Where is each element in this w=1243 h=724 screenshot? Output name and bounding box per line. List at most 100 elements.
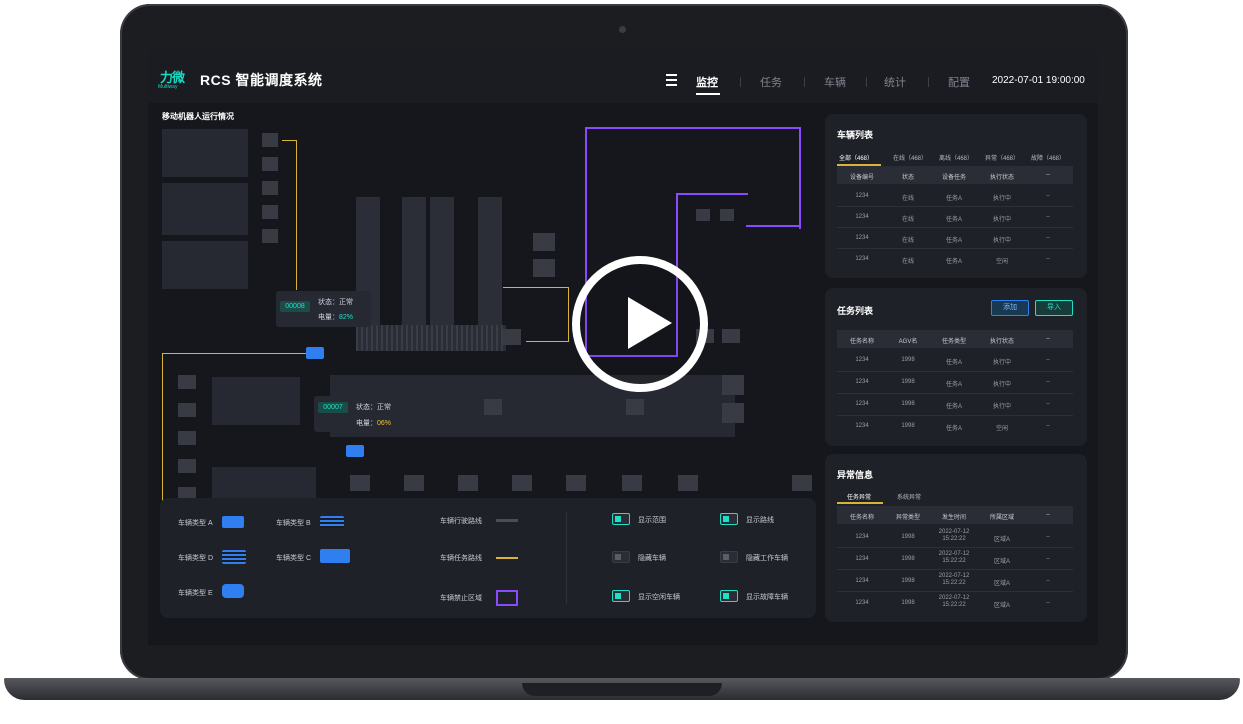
- task-list-panel: 任务列表 添加 导入 任务名称 AGV名 任务类型 执行状态 -- 1234 1…: [825, 288, 1087, 446]
- add-task-button[interactable]: 添加: [991, 300, 1029, 316]
- cell: --: [1046, 235, 1050, 241]
- cell: --: [1046, 600, 1050, 606]
- col-header: 发生时间: [941, 515, 966, 521]
- station[interactable]: [722, 329, 740, 343]
- cell: 1998: [901, 423, 915, 429]
- table-row[interactable]: 1234 在线 任务A 执行中 --: [837, 228, 1073, 249]
- station[interactable]: [626, 399, 644, 415]
- app-header: 力微 Multiway RCS 智能调度系统 监控 任务 车辆 统计 配置 20…: [148, 50, 1098, 103]
- table-row[interactable]: 1234 1998 2022-07-12 15:22:22 区域A --: [837, 526, 1073, 548]
- cell: 任务A: [945, 404, 962, 410]
- station[interactable]: [722, 403, 744, 423]
- vehicle-tab-online[interactable]: 在线（468）: [893, 153, 927, 162]
- task-route-swatch: [496, 557, 518, 559]
- table-row[interactable]: 1234 在线 任务A 执行中 --: [837, 186, 1073, 207]
- alert-tab-system[interactable]: 系统异常: [897, 492, 921, 501]
- table-row[interactable]: 1234 1998 任务A 执行中 --: [837, 394, 1073, 416]
- table-row[interactable]: 1234 1998 任务A 空闲 --: [837, 416, 1073, 438]
- toggle-show-fault[interactable]: [720, 590, 738, 602]
- toggle-label: 显示路线: [746, 517, 774, 524]
- table-row[interactable]: 1234 1998 任务A 执行中 --: [837, 350, 1073, 372]
- import-task-button[interactable]: 导入: [1035, 300, 1073, 316]
- toggle-hide-working[interactable]: [720, 551, 738, 563]
- vehicle-tab-fault[interactable]: 故障（468）: [1031, 153, 1065, 162]
- col-header: 状态: [901, 175, 914, 181]
- play-icon[interactable]: [572, 256, 708, 392]
- cell: 1998: [901, 600, 915, 606]
- cell: 1998: [901, 578, 915, 584]
- legend-task-route: 车辆任务路线: [440, 555, 482, 562]
- station[interactable]: [262, 181, 278, 195]
- cell: 2022-07-12 15:22:22: [938, 595, 970, 608]
- cell: --: [1046, 214, 1050, 220]
- cell: 1234: [855, 556, 869, 562]
- vehicle-table-body: 1234 在线 任务A 执行中 -- 1234 在线 任务A 执行中 -- 12…: [837, 186, 1073, 272]
- station[interactable]: [533, 233, 555, 251]
- col-header: 所属区域: [989, 515, 1014, 521]
- nav-vehicles[interactable]: 车辆: [824, 74, 846, 90]
- table-row[interactable]: 1234 在线 任务A 空闲 --: [837, 249, 1073, 270]
- map-zone: [162, 129, 248, 177]
- toggle-hide-vehicles[interactable]: [612, 551, 630, 563]
- cell: --: [1046, 534, 1050, 540]
- table-row[interactable]: 1234 1998 2022-07-12 15:22:22 区域A --: [837, 592, 1073, 614]
- nav-tasks[interactable]: 任务: [760, 74, 782, 90]
- forbidden-zone-inner: [676, 193, 748, 229]
- cell: 区域A: [993, 537, 1010, 543]
- cell: 空闲: [995, 259, 1008, 265]
- vehicle-icon[interactable]: [346, 445, 364, 457]
- alert-tab-task[interactable]: 任务异常: [847, 492, 871, 501]
- station[interactable]: [484, 399, 502, 415]
- station[interactable]: [262, 133, 278, 147]
- alerts-panel: 异常信息 任务异常 系统异常 任务名称 异常类型 发生时间 所属区域 -- 12…: [825, 454, 1087, 622]
- toggle-show-route[interactable]: [720, 513, 738, 525]
- col-header: 执行状态: [989, 339, 1014, 345]
- toggle-label: 显示故障车辆: [746, 594, 788, 601]
- vehicle-tab-all[interactable]: 全部（468）: [839, 153, 873, 162]
- table-row[interactable]: 1234 1998 2022-07-12 15:22:22 区域A --: [837, 570, 1073, 592]
- vehicle-b-icon: [320, 516, 344, 528]
- robot-status: 状态：正常: [318, 299, 353, 306]
- robot-tag[interactable]: 00007 状态：正常 电量：06%: [314, 396, 409, 432]
- map-area[interactable]: 移动机器人运行情况 00008 状态：正常 电量：82% 00007 状态：正常…: [148, 103, 823, 527]
- cell: --: [1046, 423, 1050, 429]
- station[interactable]: [696, 209, 710, 221]
- logo: 力微: [160, 70, 185, 85]
- station[interactable]: [262, 229, 278, 243]
- robot-status: 状态：正常: [356, 404, 391, 411]
- vehicle-tab-offline[interactable]: 离线（468）: [939, 153, 973, 162]
- cell: 任务A: [945, 259, 962, 265]
- menu-icon[interactable]: [666, 74, 677, 89]
- cell: 1234: [855, 379, 869, 385]
- cell: 在线: [901, 217, 914, 223]
- cell: 1234: [855, 193, 869, 199]
- nav-divider: [866, 77, 867, 87]
- nav-stats[interactable]: 统计: [884, 74, 906, 90]
- vehicle-tab-abnormal[interactable]: 异常（468）: [985, 153, 1019, 162]
- nav-monitor[interactable]: 监控: [696, 74, 718, 90]
- toggle-show-idle[interactable]: [612, 590, 630, 602]
- station[interactable]: [720, 209, 734, 221]
- vehicle-icon[interactable]: [306, 347, 324, 359]
- station[interactable]: [533, 259, 555, 277]
- station[interactable]: [262, 205, 278, 219]
- alert-table-header: 任务名称 异常类型 发生时间 所属区域 --: [837, 506, 1073, 524]
- legend-forbidden-zone: 车辆禁止区域: [440, 595, 482, 602]
- station[interactable]: [503, 329, 521, 345]
- table-row[interactable]: 1234 1998 任务A 执行中 --: [837, 372, 1073, 394]
- cell: 任务A: [945, 382, 962, 388]
- col-header: 任务类型: [941, 339, 966, 345]
- station[interactable]: [262, 157, 278, 171]
- alert-table-body: 1234 1998 2022-07-12 15:22:22 区域A -- 123…: [837, 526, 1073, 618]
- cell: 任务A: [945, 196, 962, 202]
- cell: 任务A: [945, 217, 962, 223]
- col-header: 异常类型: [895, 515, 920, 521]
- robot-tag[interactable]: 00008 状态：正常 电量：82%: [276, 291, 371, 327]
- cell: --: [1046, 578, 1050, 584]
- table-row[interactable]: 1234 在线 任务A 执行中 --: [837, 207, 1073, 228]
- nav-config[interactable]: 配置: [948, 74, 970, 90]
- col-header: 设备编号: [849, 175, 874, 181]
- station[interactable]: [722, 375, 744, 395]
- toggle-show-range[interactable]: [612, 513, 630, 525]
- table-row[interactable]: 1234 1998 2022-07-12 15:22:22 区域A --: [837, 548, 1073, 570]
